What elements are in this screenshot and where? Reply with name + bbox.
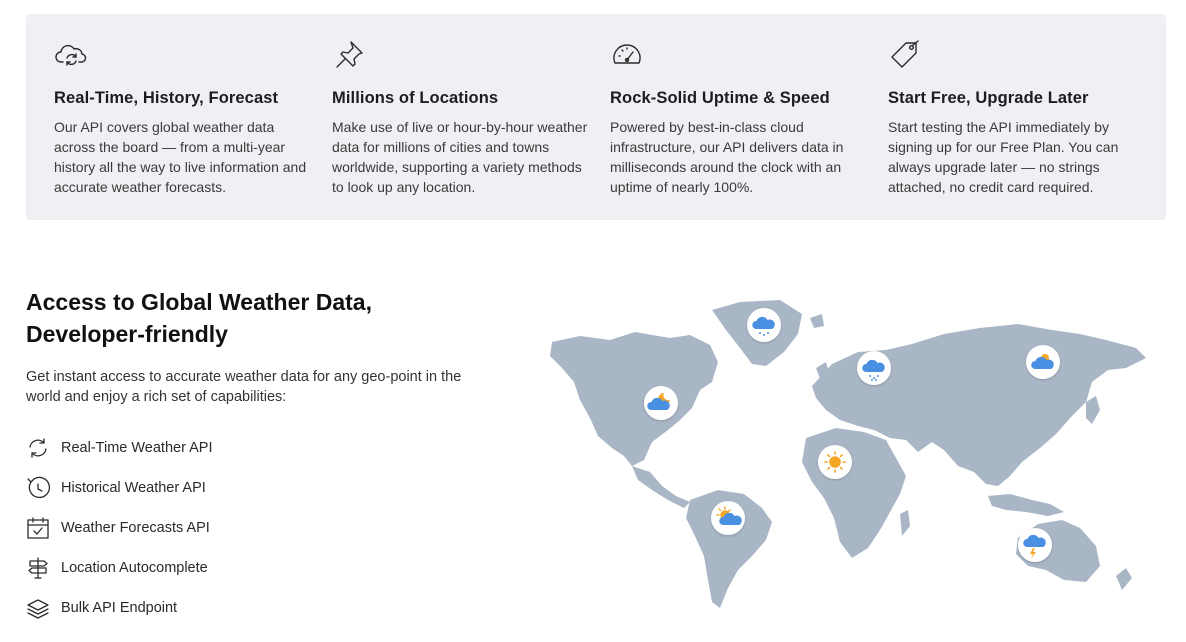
- layers-icon: [26, 596, 50, 620]
- list-item: Weather Forecasts API: [26, 508, 213, 548]
- island-greenland-east: [810, 314, 824, 328]
- map-marker-australia: [1018, 528, 1052, 562]
- intro-block: Access to Global Weather Data, Developer…: [26, 286, 486, 407]
- section-intro: Get instant access to accurate weather d…: [26, 369, 462, 405]
- map-marker-siberia: [1026, 345, 1060, 379]
- price-tag-icon: [888, 38, 922, 72]
- island-madagascar: [900, 510, 910, 536]
- map-marker-south-america: [711, 501, 745, 535]
- map-marker-africa: [818, 445, 852, 479]
- feature-history-forecast: Real-Time, History, Forecast Our API cov…: [54, 38, 316, 197]
- capability-label: Location Autocomplete: [61, 560, 208, 576]
- feature-title: Rock-Solid Uptime & Speed: [610, 89, 830, 107]
- feature-title: Real-Time, History, Forecast: [54, 89, 279, 107]
- cloud-refresh-icon: [54, 38, 88, 72]
- section-title: Access to Global Weather Data, Developer…: [26, 289, 372, 347]
- calendar-check-icon: [26, 516, 50, 540]
- feature-locations: Millions of Locations Make use of live o…: [332, 38, 594, 197]
- clock-icon: [26, 476, 50, 500]
- capability-label: Historical Weather API: [61, 480, 206, 496]
- feature-title: Millions of Locations: [332, 89, 499, 107]
- feature-text: Start testing the API immediately by sig…: [888, 119, 1119, 195]
- speedometer-icon: [610, 38, 644, 72]
- world-map: [540, 290, 1170, 620]
- map-marker-greenland: [747, 308, 781, 342]
- list-item: Historical Weather API: [26, 468, 213, 508]
- continent-north-america: [550, 332, 718, 466]
- list-item: Bulk API Endpoint: [26, 588, 213, 628]
- island-new-zealand: [1116, 568, 1132, 590]
- continent-africa: [802, 428, 906, 558]
- refresh-arrows-icon: [26, 436, 50, 460]
- feature-text: Make use of live or hour-by-hour weather…: [332, 119, 588, 195]
- feature-uptime-speed: Rock-Solid Uptime & Speed Powered by bes…: [610, 38, 872, 197]
- capability-label: Weather Forecasts API: [61, 520, 210, 536]
- capabilities-list: Real-Time Weather API Historical Weather…: [26, 428, 213, 628]
- features-panel: Real-Time, History, Forecast Our API cov…: [26, 14, 1166, 220]
- map-marker-europe: [857, 351, 891, 385]
- map-marker-north-america: [644, 386, 678, 420]
- feature-text: Powered by best-in-class cloud infrastru…: [610, 119, 844, 195]
- world-map-svg: [550, 300, 1146, 608]
- feature-text: Our API covers global weather data acros…: [54, 119, 307, 195]
- capability-label: Bulk API Endpoint: [61, 600, 178, 616]
- list-item: Location Autocomplete: [26, 548, 213, 588]
- capability-label: Real-Time Weather API: [61, 440, 213, 456]
- island-japan: [1086, 396, 1100, 424]
- feature-free-plan: Start Free, Upgrade Later Start testing …: [888, 38, 1150, 197]
- feature-title: Start Free, Upgrade Later: [888, 89, 1089, 107]
- pin-icon: [332, 38, 366, 72]
- continent-central-america: [632, 466, 690, 508]
- islands-southeast-asia: [988, 494, 1064, 516]
- signpost-icon: [26, 556, 50, 580]
- list-item: Real-Time Weather API: [26, 428, 213, 468]
